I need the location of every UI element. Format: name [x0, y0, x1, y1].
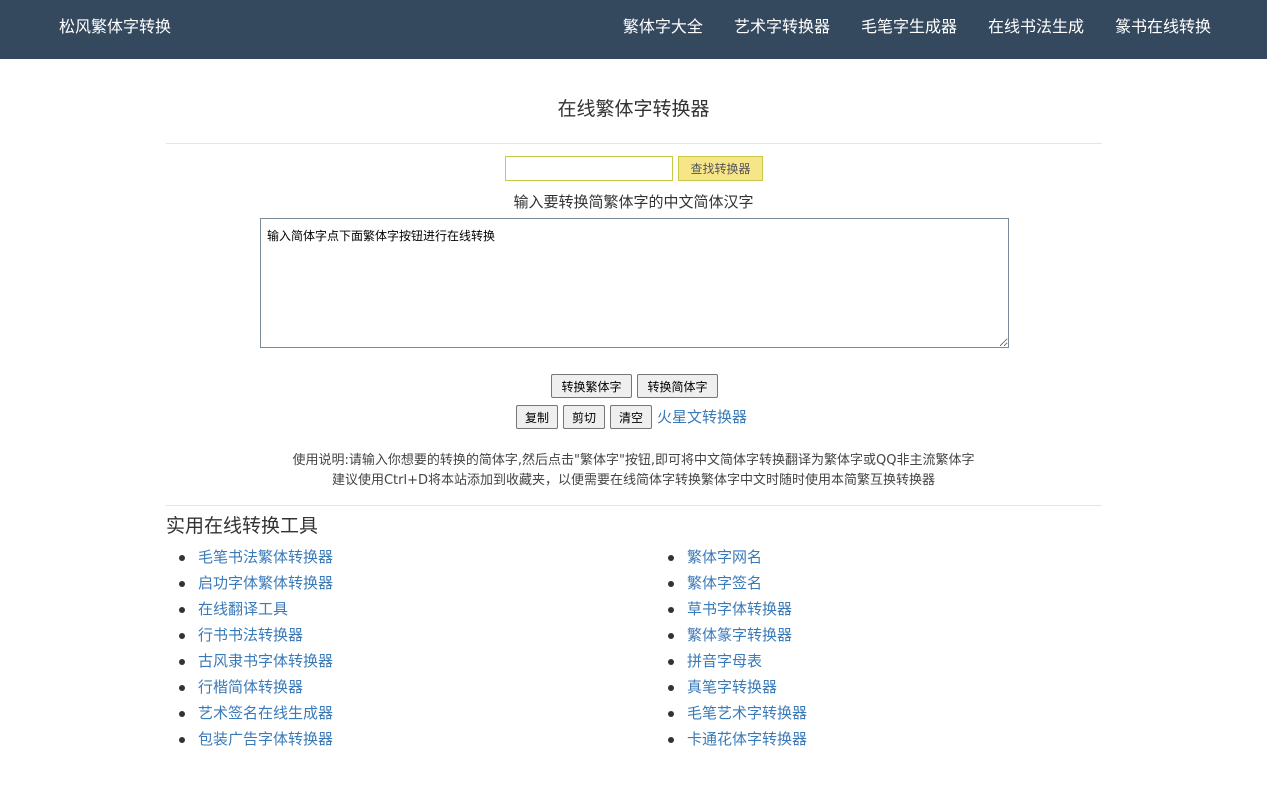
list-item: 毛笔艺术字转换器 [667, 700, 807, 726]
bullet-icon [179, 633, 185, 639]
bullet-icon [179, 737, 185, 743]
list-item: 真笔字转换器 [667, 674, 807, 700]
list-item: 繁体字网名 [667, 544, 807, 570]
tool-link[interactable]: 繁体篆字转换器 [687, 626, 792, 644]
tools-list-left: 毛笔书法繁体转换器 启功字体繁体转换器 在线翻译工具 行书书法转换器 古风隶书字… [178, 544, 333, 752]
tool-link[interactable]: 真笔字转换器 [687, 678, 777, 696]
tools-list-right: 繁体字网名 繁体字签名 草书字体转换器 繁体篆字转换器 拼音字母表 真笔字转换器… [667, 544, 807, 752]
list-item: 行楷简体转换器 [178, 674, 333, 700]
bullet-icon [179, 685, 185, 691]
list-item: 繁体篆字转换器 [667, 622, 807, 648]
tool-link[interactable]: 在线翻译工具 [198, 600, 288, 618]
bullet-icon [668, 711, 674, 717]
list-item: 启功字体繁体转换器 [178, 570, 333, 596]
usage-instructions: 使用说明:请输入你想要的转换的简体字,然后点击"繁体字"按钮,即可将中文简体字转… [0, 451, 1267, 491]
tool-link[interactable]: 繁体字签名 [687, 574, 762, 592]
list-item: 草书字体转换器 [667, 596, 807, 622]
bullet-icon [668, 685, 674, 691]
tool-link[interactable]: 艺术签名在线生成器 [198, 704, 333, 722]
cut-button[interactable]: 剪切 [563, 405, 605, 429]
tool-link[interactable]: 繁体字网名 [687, 548, 762, 566]
tool-link[interactable]: 行楷简体转换器 [198, 678, 303, 696]
bullet-icon [668, 607, 674, 613]
convert-simplified-button[interactable]: 转换简体字 [637, 374, 718, 398]
bullet-icon [179, 711, 185, 717]
converter-search-input[interactable] [505, 156, 673, 181]
bullet-icon [179, 581, 185, 587]
textarea-label: 输入要转换简繁体字的中文简体汉字 [513, 193, 754, 211]
page-title: 在线繁体字转换器 [557, 98, 710, 120]
tool-link[interactable]: 行书书法转换器 [198, 626, 303, 644]
list-item: 在线翻译工具 [178, 596, 333, 622]
nav-link-calligraphy-generator[interactable]: 在线书法生成 [988, 17, 1084, 37]
list-item: 卡通花体字转换器 [667, 726, 807, 752]
nav-link-traditional-chars[interactable]: 繁体字大全 [623, 17, 703, 37]
tool-link[interactable]: 卡通花体字转换器 [687, 730, 807, 748]
site-brand-link[interactable]: 松风繁体字转换 [59, 17, 171, 37]
section-divider [166, 505, 1102, 506]
tools-section-heading: 实用在线转换工具 [166, 515, 319, 537]
tool-link[interactable]: 草书字体转换器 [687, 600, 792, 618]
bullet-icon [668, 737, 674, 743]
list-item: 繁体字签名 [667, 570, 807, 596]
list-item: 古风隶书字体转换器 [178, 648, 333, 674]
bullet-icon [668, 659, 674, 665]
tool-link[interactable]: 毛笔艺术字转换器 [687, 704, 807, 722]
nav-link-art-font-converter[interactable]: 艺术字转换器 [734, 17, 830, 37]
nav-links: 繁体字大全 艺术字转换器 毛笔字生成器 在线书法生成 篆书在线转换 [623, 17, 1211, 37]
instruction-line: 建议使用Ctrl+D将本站添加到收藏夹，以便需要在线简体字转换繁体字中文时随时使… [331, 473, 936, 488]
top-navbar: 松风繁体字转换 繁体字大全 艺术字转换器 毛笔字生成器 在线书法生成 篆书在线转… [0, 0, 1267, 59]
list-item: 毛笔书法繁体转换器 [178, 544, 333, 570]
list-item: 包装广告字体转换器 [178, 726, 333, 752]
bullet-icon [179, 607, 185, 613]
bullet-icon [179, 659, 185, 665]
bullet-icon [668, 633, 674, 639]
tool-link[interactable]: 启功字体繁体转换器 [198, 574, 333, 592]
instruction-line: 使用说明:请输入你想要的转换的简体字,然后点击"繁体字"按钮,即可将中文简体字转… [292, 453, 975, 468]
bullet-icon [668, 581, 674, 587]
tool-link[interactable]: 古风隶书字体转换器 [198, 652, 333, 670]
bullet-icon [179, 555, 185, 561]
list-item: 拼音字母表 [667, 648, 807, 674]
title-divider [166, 143, 1102, 144]
tool-link[interactable]: 包装广告字体转换器 [198, 730, 333, 748]
nav-link-brush-generator[interactable]: 毛笔字生成器 [861, 17, 957, 37]
copy-button[interactable]: 复制 [516, 405, 558, 429]
nav-link-seal-script-converter[interactable]: 篆书在线转换 [1115, 17, 1211, 37]
list-item: 艺术签名在线生成器 [178, 700, 333, 726]
conversion-textarea[interactable]: 输入简体字点下面繁体字按钮进行在线转换 [260, 218, 1009, 348]
bullet-icon [668, 555, 674, 561]
find-converter-button[interactable]: 查找转换器 [678, 156, 763, 181]
tool-link[interactable]: 毛笔书法繁体转换器 [198, 548, 333, 566]
convert-traditional-button[interactable]: 转换繁体字 [551, 374, 632, 398]
clear-button[interactable]: 清空 [610, 405, 652, 429]
mars-text-converter-link[interactable]: 火星文转换器 [657, 407, 747, 427]
list-item: 行书书法转换器 [178, 622, 333, 648]
tool-link[interactable]: 拼音字母表 [687, 652, 762, 670]
